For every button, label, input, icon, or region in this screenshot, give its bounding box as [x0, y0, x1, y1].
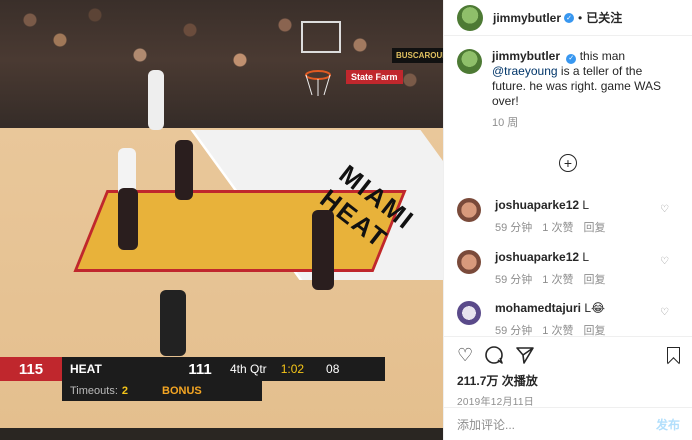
comment-text: L😂: [584, 301, 606, 315]
avatar[interactable]: [457, 198, 481, 222]
home-team: HEAT: [70, 362, 102, 376]
player: [312, 210, 334, 290]
avatar[interactable]: [457, 4, 483, 31]
player: [148, 70, 164, 130]
shot-clock: 08: [326, 362, 340, 376]
separator-dot: •: [578, 10, 583, 25]
post-video[interactable]: MIAMI HEAT State Farm BUSCAROUR 115 HEAT…: [0, 0, 443, 440]
follow-status-button[interactable]: 已关注: [586, 9, 622, 26]
comment-input[interactable]: 添加评论...: [457, 416, 515, 433]
bookmark-icon[interactable]: [667, 347, 680, 363]
post-side-panel: jimmybutler ✓ • 已关注 jimmybutler ✓ this m…: [443, 0, 692, 440]
load-more-comments-icon[interactable]: +: [559, 154, 577, 172]
comment-icon[interactable]: [484, 345, 504, 365]
reply-button[interactable]: 回复: [583, 274, 605, 286]
like-comment-icon[interactable]: ♡: [660, 204, 669, 215]
add-comment-bar: 添加评论... 发布: [444, 407, 692, 440]
scoreboard-sub: Timeouts: 2 BONUS: [62, 381, 262, 401]
comment-likes[interactable]: 1 次赞: [542, 274, 573, 286]
away-score: 111: [188, 360, 212, 378]
heart-icon[interactable]: ♡: [457, 346, 473, 364]
post-age: 10 周: [492, 117, 519, 129]
comment-time: 59 分钟: [495, 325, 533, 336]
timeouts-value: 2: [121, 385, 129, 397]
player: [175, 140, 193, 200]
comment-username[interactable]: joshuaparke12: [495, 250, 579, 264]
arena-sign: BUSCAROUR: [392, 48, 443, 63]
comment-item: joshuaparke12 L 59 分钟 1 次赞 回复 ♡: [457, 198, 687, 235]
post-actions: ♡ 211.7万 次播放 2019年12月11日: [444, 336, 692, 408]
avatar[interactable]: [457, 49, 482, 74]
timeouts-label: Timeouts:: [70, 385, 118, 397]
post-comment-button[interactable]: 发布: [656, 416, 680, 433]
hoop-icon: [301, 21, 341, 96]
sponsor-sign: State Farm: [346, 70, 403, 84]
comment-item: mohamedtajuri L😂 59 分钟 1 次赞 回复 ♡: [457, 301, 687, 336]
comment-item: joshuaparke12 L 59 分钟 1 次赞 回复 ♡: [457, 250, 687, 287]
post-header: jimmybutler ✓ • 已关注: [444, 0, 692, 36]
player: [118, 188, 138, 250]
view-count[interactable]: 211.7万 次播放: [457, 372, 680, 389]
scoreboard: 115 HEAT 111 4th Qtr 1:02 08: [0, 357, 385, 381]
bonus-indicator: BONUS: [162, 385, 202, 397]
like-comment-icon[interactable]: ♡: [660, 307, 669, 318]
verified-icon: ✓: [566, 53, 577, 64]
game-clock: 1:02: [280, 362, 305, 376]
comment-likes[interactable]: 1 次赞: [542, 325, 573, 336]
caption-text-pre: this man: [579, 49, 626, 63]
home-score: 115: [0, 357, 62, 381]
comment-username[interactable]: mohamedtajuri: [495, 301, 581, 315]
avatar[interactable]: [457, 301, 481, 325]
verified-icon: ✓: [564, 12, 575, 23]
header-username[interactable]: jimmybutler: [493, 11, 561, 25]
caption-mention-link[interactable]: @traeyoung: [492, 64, 558, 78]
referee: [160, 290, 186, 356]
share-icon[interactable]: [515, 345, 535, 365]
caption-username[interactable]: jimmybutler: [492, 49, 560, 63]
comment-text: L: [582, 250, 590, 264]
like-comment-icon[interactable]: ♡: [660, 256, 669, 267]
comment-time: 59 分钟: [495, 274, 533, 286]
comment-text: L: [582, 198, 590, 212]
avatar[interactable]: [457, 250, 481, 274]
caption: jimmybutler ✓ this man @traeyoung is a t…: [444, 36, 692, 131]
comment-time: 59 分钟: [495, 222, 533, 234]
comment-likes[interactable]: 1 次赞: [542, 222, 573, 234]
post-date: 2019年12月11日: [457, 397, 535, 408]
reply-button[interactable]: 回复: [583, 222, 605, 234]
comment-username[interactable]: joshuaparke12: [495, 198, 579, 212]
quarter: 4th Qtr: [230, 362, 267, 376]
reply-button[interactable]: 回复: [583, 325, 605, 336]
